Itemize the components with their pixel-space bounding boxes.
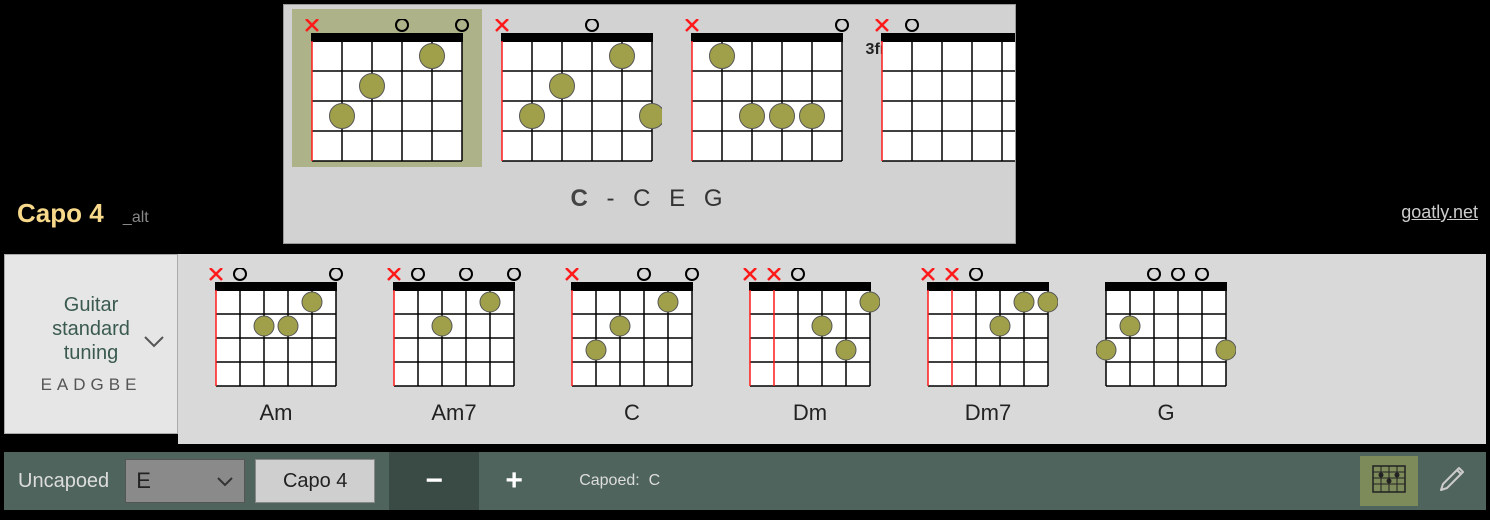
chord-item[interactable]: C	[562, 268, 702, 426]
tuning-notes: EADGBE	[41, 375, 142, 395]
plus-icon: +	[505, 464, 523, 498]
tuning-selector[interactable]: Guitar standard tuning EADGBE	[4, 254, 178, 434]
tuning-label: Guitar standard tuning	[52, 293, 130, 365]
chord-voicings-popup: 3fr C - C E G	[283, 4, 1016, 244]
chord-name-label: Am7	[384, 400, 524, 426]
chord-item[interactable]: Am7	[384, 268, 524, 426]
edit-button[interactable]	[1428, 456, 1476, 506]
brand-link[interactable]: goatly.net	[1401, 202, 1478, 223]
tuning-line2: standard	[52, 317, 130, 341]
chord-item[interactable]: Am	[206, 268, 346, 426]
capo-button[interactable]: Capo 4	[255, 459, 375, 503]
capoed-label-text: Capoed:	[579, 472, 640, 489]
chord-voicing[interactable]	[492, 19, 662, 167]
pencil-icon	[1435, 462, 1469, 501]
tuning-line1: Guitar	[52, 293, 130, 317]
chord-item[interactable]: G	[1096, 268, 1236, 426]
chevron-down-icon	[143, 335, 165, 354]
chord-row: Guitar standard tuning EADGBE Am Am7 C Dm Dm…	[4, 254, 1486, 444]
key-value: E	[136, 468, 151, 494]
minus-icon: −	[425, 464, 443, 498]
capo-decrement-button[interactable]: −	[389, 452, 479, 510]
chord-voicing[interactable]: 3fr	[682, 19, 852, 167]
capo-title-text: Capo 4	[17, 198, 104, 228]
chord-name-label: Am	[206, 400, 346, 426]
key-select[interactable]: E	[125, 459, 245, 503]
capo-title: Capo 4 _alt	[17, 198, 149, 229]
chord-name-label: Dm	[740, 400, 880, 426]
chord-name-label: C	[562, 400, 702, 426]
chord-view-button[interactable]	[1360, 456, 1418, 506]
chord-item[interactable]: Dm	[740, 268, 880, 426]
capo-button-label: Capo 4	[283, 470, 348, 493]
bottom-toolbar: Uncapoed E Capo 4 − + Capoed: C	[4, 452, 1486, 510]
tuning-line3: tuning	[52, 341, 130, 365]
uncapoed-label: Uncapoed	[18, 470, 109, 493]
chord-notes: - C E G	[594, 185, 729, 212]
capo-alt-text: _alt	[123, 209, 149, 226]
chord-voicing[interactable]	[292, 9, 482, 167]
chord-voicing[interactable]	[872, 19, 1015, 167]
capoed-label: Capoed: C	[579, 472, 660, 490]
chord-name-label: Dm7	[918, 400, 1058, 426]
chord-item[interactable]: Dm7	[918, 268, 1058, 426]
chord-root: C	[570, 185, 593, 212]
chevron-down-icon	[216, 468, 234, 494]
chord-notes-caption: C - C E G	[284, 185, 1015, 213]
grid-icon	[1369, 462, 1409, 501]
chord-name-label: G	[1096, 400, 1236, 426]
capoed-value: C	[649, 472, 661, 489]
capo-increment-button[interactable]: +	[469, 452, 559, 510]
